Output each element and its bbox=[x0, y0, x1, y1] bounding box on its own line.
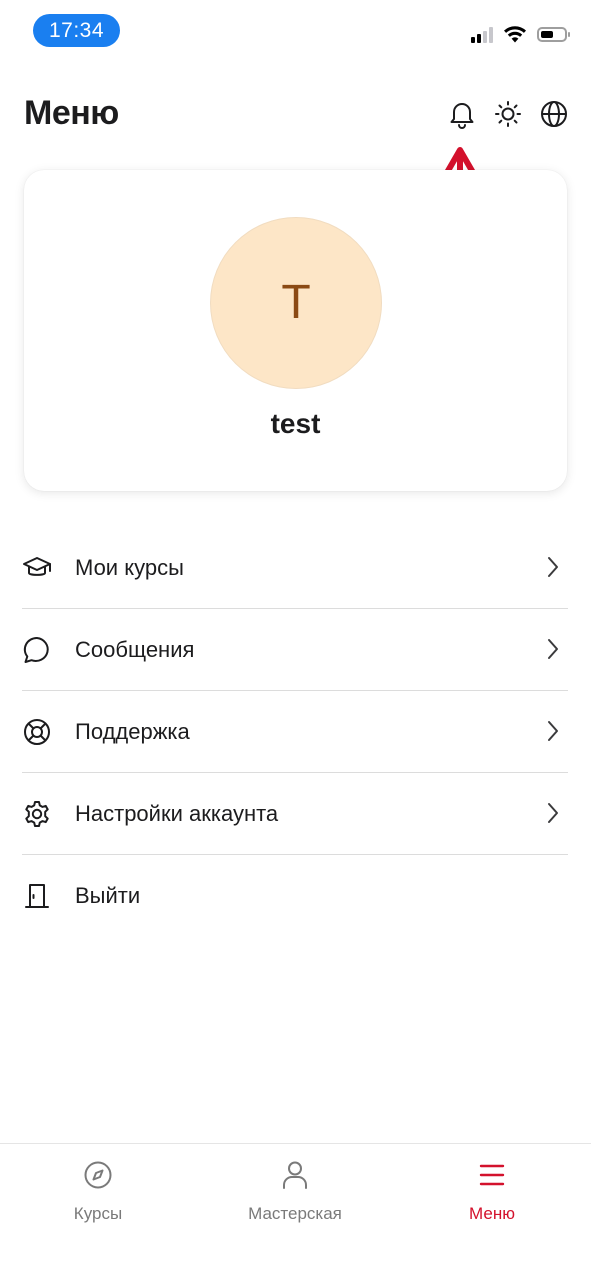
chevron-right-icon bbox=[548, 803, 558, 823]
page-title: Меню bbox=[24, 94, 119, 132]
hamburger-icon bbox=[422, 1158, 562, 1192]
chat-bubble-icon bbox=[22, 635, 52, 665]
user-icon bbox=[225, 1158, 365, 1192]
status-icons bbox=[471, 22, 570, 46]
battery-icon bbox=[537, 26, 570, 42]
menu-item-account-settings[interactable]: Настройки аккаунта bbox=[22, 773, 568, 855]
tab-label: Мастерская bbox=[248, 1204, 342, 1223]
gear-icon bbox=[22, 799, 52, 829]
menu-item-messages[interactable]: Сообщения bbox=[22, 609, 568, 691]
menu-item-label: Настройки аккаунта bbox=[75, 800, 279, 826]
chevron-right-icon bbox=[548, 639, 558, 659]
tab-label: Курсы bbox=[73, 1204, 123, 1223]
tab-workshop[interactable]: Мастерская bbox=[225, 1158, 365, 1224]
menu-item-label: Сообщения bbox=[75, 636, 195, 662]
tab-menu[interactable]: Меню bbox=[422, 1158, 562, 1224]
lifebuoy-icon bbox=[22, 717, 52, 747]
tab-label: Меню bbox=[469, 1204, 515, 1223]
profile-card[interactable]: T test bbox=[24, 170, 567, 491]
chevron-right-icon bbox=[548, 557, 558, 577]
menu-list: Мои курсы Сообщения Поддержка Настройки … bbox=[22, 527, 568, 936]
menu-item-support[interactable]: Поддержка bbox=[22, 691, 568, 773]
tab-bar: Курсы Мастерская Меню bbox=[0, 1143, 591, 1281]
status-time: 17:34 bbox=[33, 14, 120, 47]
cellular-signal-icon bbox=[471, 26, 493, 43]
globe-icon[interactable] bbox=[538, 98, 570, 130]
chevron-right-icon bbox=[548, 721, 558, 741]
bell-icon[interactable] bbox=[446, 98, 478, 130]
tab-courses[interactable]: Курсы bbox=[28, 1158, 168, 1224]
menu-item-my-courses[interactable]: Мои курсы bbox=[22, 527, 568, 609]
status-bar: 17:34 bbox=[0, 0, 591, 60]
wifi-icon bbox=[504, 26, 526, 43]
door-icon bbox=[22, 881, 52, 911]
sun-icon[interactable] bbox=[492, 98, 524, 130]
avatar: T bbox=[211, 218, 381, 388]
menu-item-label: Мои курсы bbox=[75, 554, 184, 580]
graduation-cap-icon bbox=[22, 553, 52, 583]
menu-item-label: Выйти bbox=[75, 882, 141, 908]
compass-icon bbox=[28, 1158, 168, 1192]
menu-item-label: Поддержка bbox=[75, 718, 190, 744]
menu-item-logout[interactable]: Выйти bbox=[22, 855, 568, 936]
profile-name: test bbox=[270, 408, 321, 439]
